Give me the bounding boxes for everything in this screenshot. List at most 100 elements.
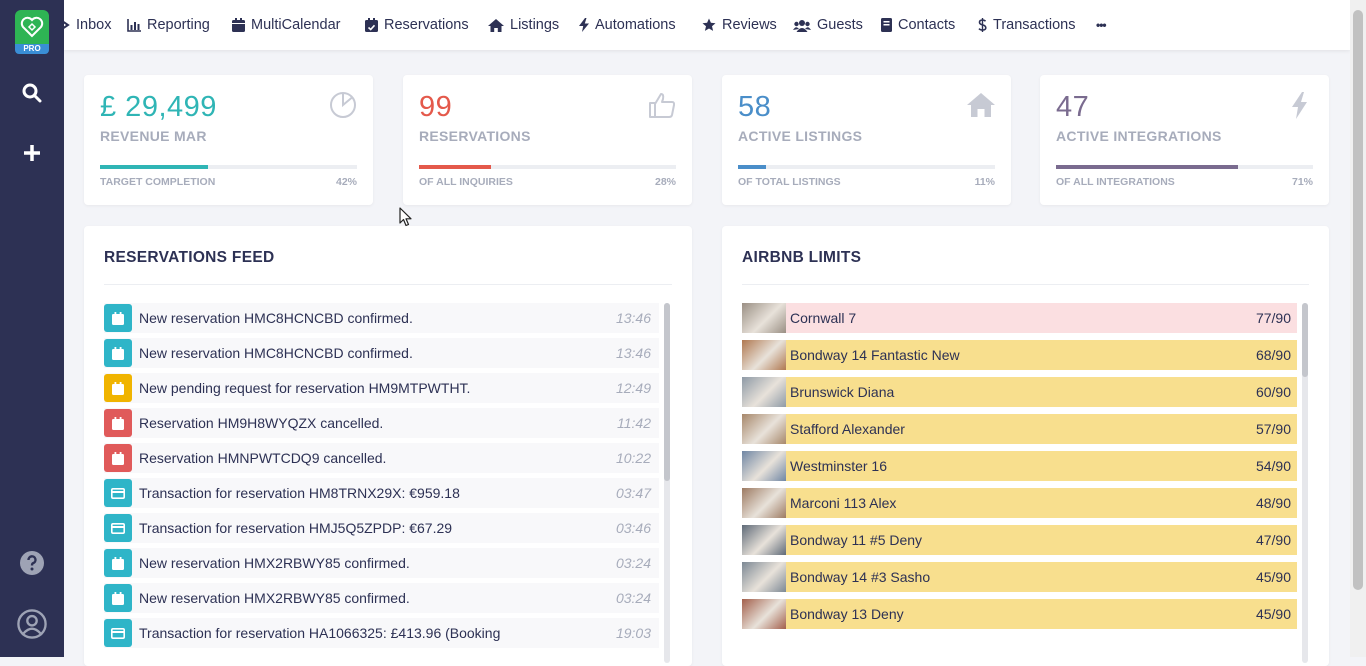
nav-guests[interactable]: Guests — [793, 16, 863, 34]
stat-value: 99 — [419, 91, 453, 123]
listing-thumbnail — [742, 562, 786, 592]
calendar-icon — [104, 304, 132, 332]
nav-label: Automations — [595, 17, 676, 33]
limit-item[interactable]: Westminster 16 54/90 — [742, 451, 1297, 481]
limit-item[interactable]: Marconi 113 Alex 48/90 — [742, 488, 1297, 518]
stat-card-integrations: 47 ACTIVE INTEGRATIONS OF ALL INTEGRATIO… — [1040, 75, 1329, 205]
stat-label: RESERVATIONS — [419, 128, 531, 144]
stat-progress-track — [738, 165, 995, 169]
feed-item[interactable]: Reservation HM9H8WYQZX cancelled. 11:42 — [104, 408, 659, 438]
search-icon[interactable] — [17, 78, 47, 108]
limit-item[interactable]: Stafford Alexander 57/90 — [742, 414, 1297, 444]
nav-reviews[interactable]: Reviews — [702, 16, 777, 34]
stat-percent: 28% — [654, 176, 676, 188]
nav-multicalendar[interactable]: MultiCalendar — [232, 16, 340, 34]
nav-label: Contacts — [898, 17, 956, 33]
nav-listings[interactable]: Listings — [488, 16, 559, 34]
stat-value: 47 — [1056, 91, 1090, 123]
dollar-icon — [978, 18, 987, 32]
limit-item[interactable]: Cornwall 7 77/90 — [742, 303, 1297, 333]
stat-percent: 42% — [335, 176, 357, 188]
credit-card-icon — [104, 479, 132, 507]
feed-item-time: 03:24 — [615, 555, 651, 571]
feed-item-text: New reservation HMX2RBWY85 confirmed. — [139, 555, 410, 571]
feed-scrollbar[interactable] — [664, 303, 670, 663]
nav-label: Listings — [510, 17, 560, 33]
pie-chart-icon — [330, 92, 356, 118]
page-scrollbar[interactable] — [1350, 0, 1366, 657]
limit-item[interactable]: Bondway 13 Deny 45/90 — [742, 599, 1297, 629]
stat-footnote: OF ALL INQUIRIES — [419, 176, 513, 188]
feed-item[interactable]: New reservation HMC8HCNCBD confirmed. 13:… — [104, 338, 659, 368]
limit-count: 47/90 — [1255, 532, 1291, 548]
limits-list[interactable]: Cornwall 7 77/90 Bondway 14 Fantastic New 6… — [742, 303, 1297, 636]
stat-percent: 11% — [974, 176, 995, 188]
calendar-icon — [104, 339, 132, 367]
limits-scrollbar-thumb[interactable] — [1302, 303, 1308, 377]
bolt-icon — [579, 18, 589, 32]
user-avatar-icon[interactable] — [17, 609, 47, 639]
nav-transactions[interactable]: Transactions — [978, 16, 1075, 34]
stat-label: ACTIVE INTEGRATIONS — [1056, 128, 1222, 144]
calendar-icon — [104, 409, 132, 437]
feed-item-text: New pending request for reservation HM9M… — [139, 380, 471, 396]
stat-footnote: TARGET COMPLETION — [100, 176, 216, 188]
listing-name: Bondway 11 #5 Deny — [790, 532, 923, 548]
nav-label: Inbox — [76, 17, 112, 33]
credit-card-icon — [104, 619, 132, 647]
feed-item-time: 03:46 — [615, 520, 651, 536]
feed-item[interactable]: Reservation HMNPWTCDQ9 cancelled. 10:22 — [104, 443, 659, 473]
feed-item-text: Reservation HM9H8WYQZX cancelled. — [139, 415, 384, 431]
feed-list[interactable]: New reservation HMC8HCNCBD confirmed. 13:… — [104, 303, 659, 653]
help-icon[interactable] — [17, 548, 47, 578]
nav-label: Reservations — [384, 17, 469, 33]
feed-item-time: 13:46 — [615, 345, 651, 361]
add-icon[interactable] — [17, 138, 47, 168]
feed-item[interactable]: New pending request for reservation HM9M… — [104, 373, 659, 403]
stat-progress-fill — [1056, 165, 1239, 169]
mouse-cursor-icon — [399, 207, 412, 227]
feed-item-time: 11:42 — [617, 415, 651, 431]
feed-item-time: 13:46 — [615, 310, 651, 326]
nav-label: Reporting — [147, 17, 210, 33]
nav-automations[interactable]: Automations — [579, 16, 676, 34]
limit-item[interactable]: Bondway 14 #3 Sasho 45/90 — [742, 562, 1297, 592]
nav-reporting[interactable]: Reporting — [127, 16, 210, 34]
feed-scrollbar-thumb[interactable] — [664, 303, 670, 481]
feed-item-text: New reservation HMC8HCNCBD confirmed. — [139, 310, 413, 326]
calendar-icon — [104, 584, 132, 612]
feed-item-text: Reservation HMNPWTCDQ9 cancelled. — [139, 450, 387, 466]
nav-more-button[interactable]: ••• — [1096, 16, 1107, 34]
stat-progress-fill — [100, 165, 208, 169]
panel-title: RESERVATIONS FEED — [104, 249, 275, 266]
credit-card-icon — [104, 514, 132, 542]
feed-item[interactable]: New reservation HMX2RBWY85 confirmed. 03:… — [104, 548, 659, 578]
feed-item[interactable]: Transaction for reservation HMJ5Q5ZPDP: … — [104, 513, 659, 543]
nav-contacts[interactable]: Contacts — [881, 16, 955, 34]
feed-item[interactable]: Transaction for reservation HM8TRNX29X: … — [104, 478, 659, 508]
divider — [742, 284, 1309, 285]
app-logo[interactable]: PRO — [15, 10, 49, 54]
limit-bar — [786, 303, 1297, 333]
limit-item[interactable]: Bondway 11 #5 Deny 47/90 — [742, 525, 1297, 555]
stat-progress-track — [419, 165, 676, 169]
limit-count: 45/90 — [1255, 606, 1291, 622]
stat-label: ACTIVE LISTINGS — [738, 128, 863, 144]
limit-count: 45/90 — [1255, 569, 1291, 585]
limit-item[interactable]: Bondway 14 Fantastic New 68/90 — [742, 340, 1297, 370]
stat-card-revenue: £ 29,499 REVENUE MAR TARGET COMPLETION 4… — [84, 75, 373, 205]
stat-progress-fill — [738, 165, 767, 169]
feed-item[interactable]: Transaction for reservation HA1066325: £… — [104, 618, 659, 648]
stat-card-listings: 58 ACTIVE LISTINGS OF TOTAL LISTINGS 11% — [722, 75, 1011, 205]
feed-item[interactable]: New reservation HMX2RBWY85 confirmed. 03:… — [104, 583, 659, 613]
page-scrollbar-thumb[interactable] — [1353, 10, 1363, 590]
stat-progress-fill — [419, 165, 491, 169]
limit-item[interactable]: Brunswick Diana 60/90 — [742, 377, 1297, 407]
nav-reservations[interactable]: Reservations — [365, 16, 469, 34]
feed-item[interactable]: New reservation HMC8HCNCBD confirmed. 13:… — [104, 303, 659, 333]
limit-count: 68/90 — [1255, 347, 1291, 363]
listing-thumbnail — [742, 377, 786, 407]
nav-inbox[interactable]: Inbox — [62, 16, 111, 34]
sidebar: PRO — [0, 0, 64, 657]
limits-scrollbar[interactable] — [1302, 303, 1308, 663]
